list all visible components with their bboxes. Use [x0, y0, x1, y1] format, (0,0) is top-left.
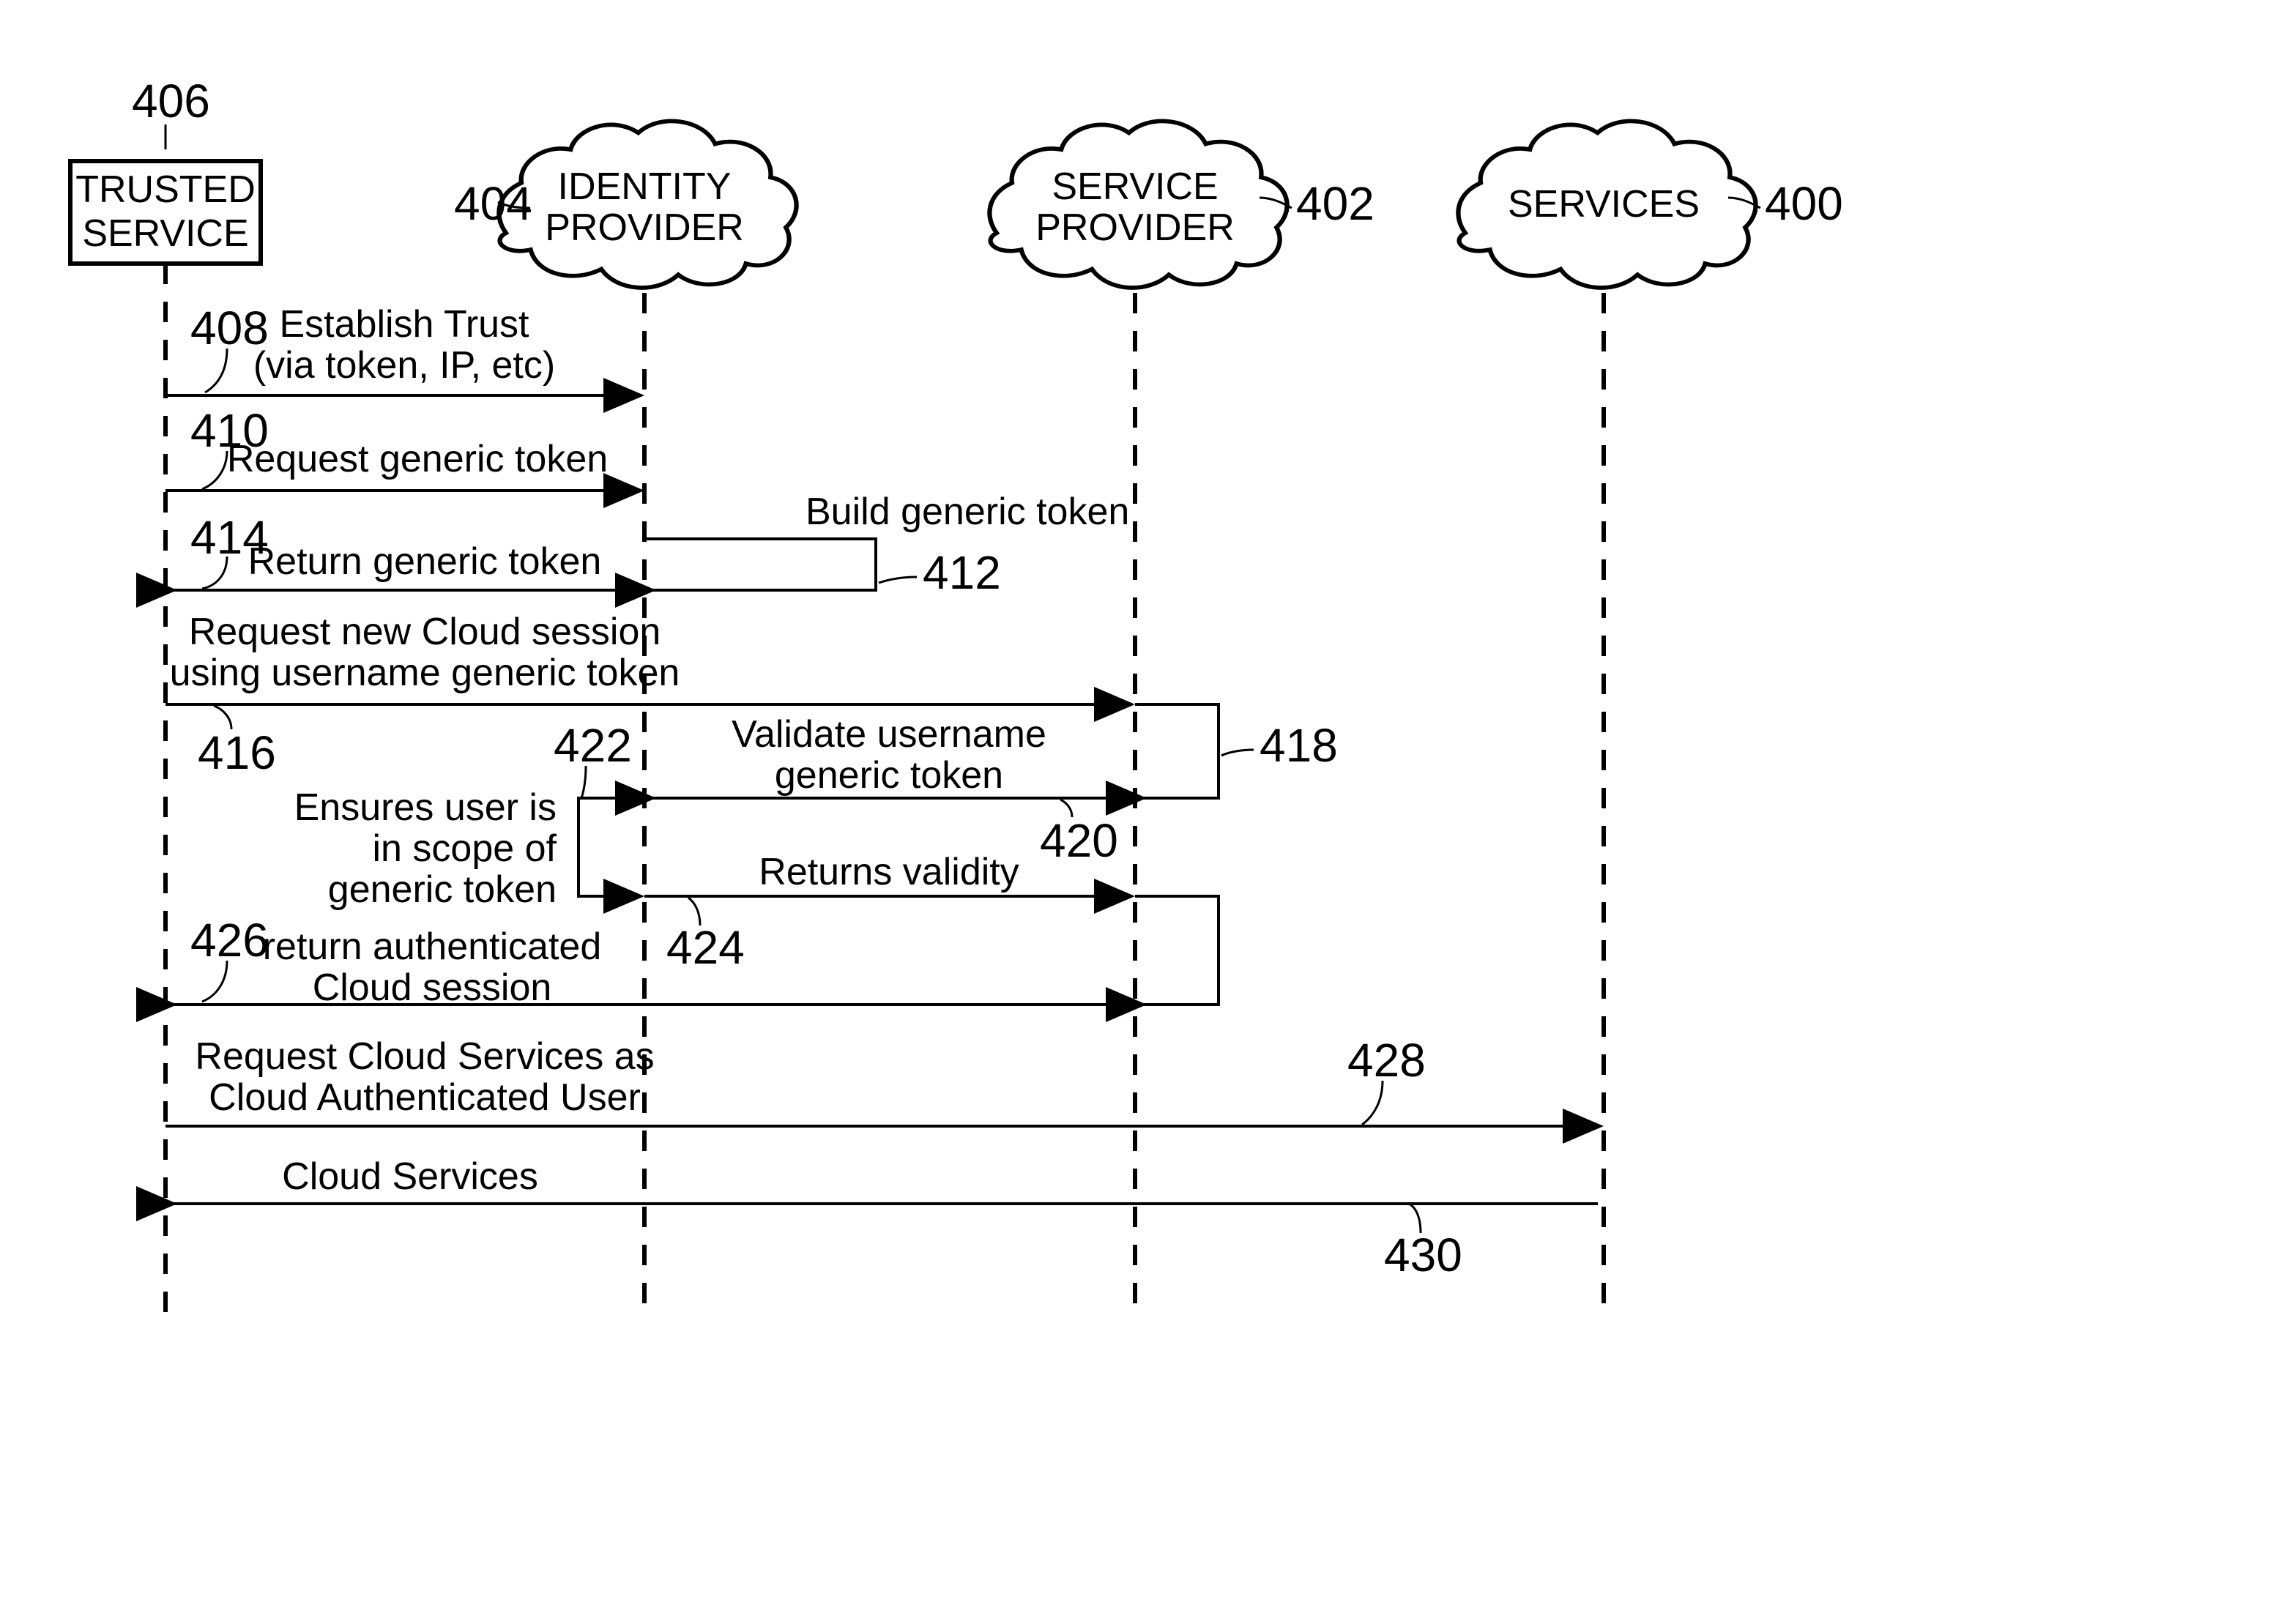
svg-text:generic token: generic token [775, 754, 1003, 797]
step-424: Returns validity 424 [644, 851, 1129, 974]
svg-text:in scope of: in scope of [373, 827, 557, 870]
svg-text:Validate username: Validate username [732, 713, 1046, 756]
sequence-diagram: TRUSTED SERVICE 406 IDENTITY PROVIDER 40… [0, 0, 2273, 1624]
service-provider-line1: SERVICE [1052, 165, 1218, 208]
lane-services: SERVICES [1458, 121, 1755, 288]
step-426: return authenticated Cloud session 426 [171, 914, 1129, 1009]
lane-service-provider: SERVICE PROVIDER [989, 121, 1287, 288]
ref-418: 418 [1260, 719, 1338, 772]
services-line1: SERVICES [1508, 183, 1700, 226]
ref-402: 402 [1296, 177, 1374, 230]
svg-text:Cloud Authenticated User: Cloud Authenticated User [209, 1076, 641, 1119]
ref-410: 410 [190, 404, 269, 457]
ref-400: 400 [1765, 177, 1843, 230]
ref-416: 416 [198, 726, 276, 779]
svg-text:Cloud Services: Cloud Services [282, 1155, 538, 1198]
trusted-service-line1: TRUSTED [75, 168, 256, 211]
ref-420: 420 [1040, 814, 1118, 867]
ref-412: 412 [923, 546, 1001, 599]
step-420: Validate username generic token 420 [650, 713, 1129, 867]
step-412: Build generic token 412 [644, 491, 1129, 599]
svg-text:Return generic token: Return generic token [248, 540, 602, 583]
svg-text:return authenticated: return authenticated [263, 925, 602, 968]
svg-text:Request Cloud Services as: Request Cloud Services as [195, 1035, 654, 1078]
step-414: Return generic token 414 [171, 511, 639, 590]
step-422: Ensures user is in scope of generic toke… [294, 719, 644, 911]
svg-text:Build generic token: Build generic token [806, 491, 1129, 533]
step-410: Request generic token 410 [165, 404, 639, 491]
svg-text:generic token: generic token [328, 868, 557, 911]
lane-trusted-service: TRUSTED SERVICE 406 [70, 75, 261, 1318]
step-430: Cloud Services 430 [171, 1155, 1598, 1281]
ref-408: 408 [190, 302, 269, 354]
ref-406: 406 [132, 75, 210, 127]
service-provider-line2: PROVIDER [1035, 206, 1235, 249]
ref-424: 424 [666, 921, 745, 974]
ref-428: 428 [1347, 1034, 1426, 1087]
svg-text:Ensures user is: Ensures user is [294, 786, 557, 829]
ref-404: 404 [454, 177, 532, 230]
ref-414: 414 [190, 511, 269, 564]
trusted-service-line2: SERVICE [82, 212, 248, 255]
step-418: 418 [1135, 704, 1338, 798]
step-408: Establish Trust (via token, IP, etc) 408 [165, 302, 639, 395]
svg-text:Establish Trust: Establish Trust [279, 303, 529, 346]
svg-text:Request new Cloud session: Request new Cloud session [189, 611, 661, 653]
svg-text:Request generic token: Request generic token [227, 438, 608, 480]
lane-identity-provider: IDENTITY PROVIDER [499, 121, 796, 288]
ref-426: 426 [190, 914, 269, 966]
sp-return-loop [1135, 896, 1219, 1005]
step-428: Request Cloud Services as Cloud Authenti… [165, 1034, 1598, 1126]
svg-text:using username generic token: using username generic token [170, 652, 680, 694]
ref-430: 430 [1384, 1229, 1462, 1281]
svg-text:(via token, IP, etc): (via token, IP, etc) [253, 344, 555, 387]
identity-provider-line1: IDENTITY [558, 165, 732, 208]
identity-provider-line2: PROVIDER [545, 206, 744, 249]
ref-422: 422 [554, 719, 632, 772]
svg-text:Returns validity: Returns validity [759, 851, 1019, 893]
svg-text:Cloud session: Cloud session [313, 966, 552, 1009]
